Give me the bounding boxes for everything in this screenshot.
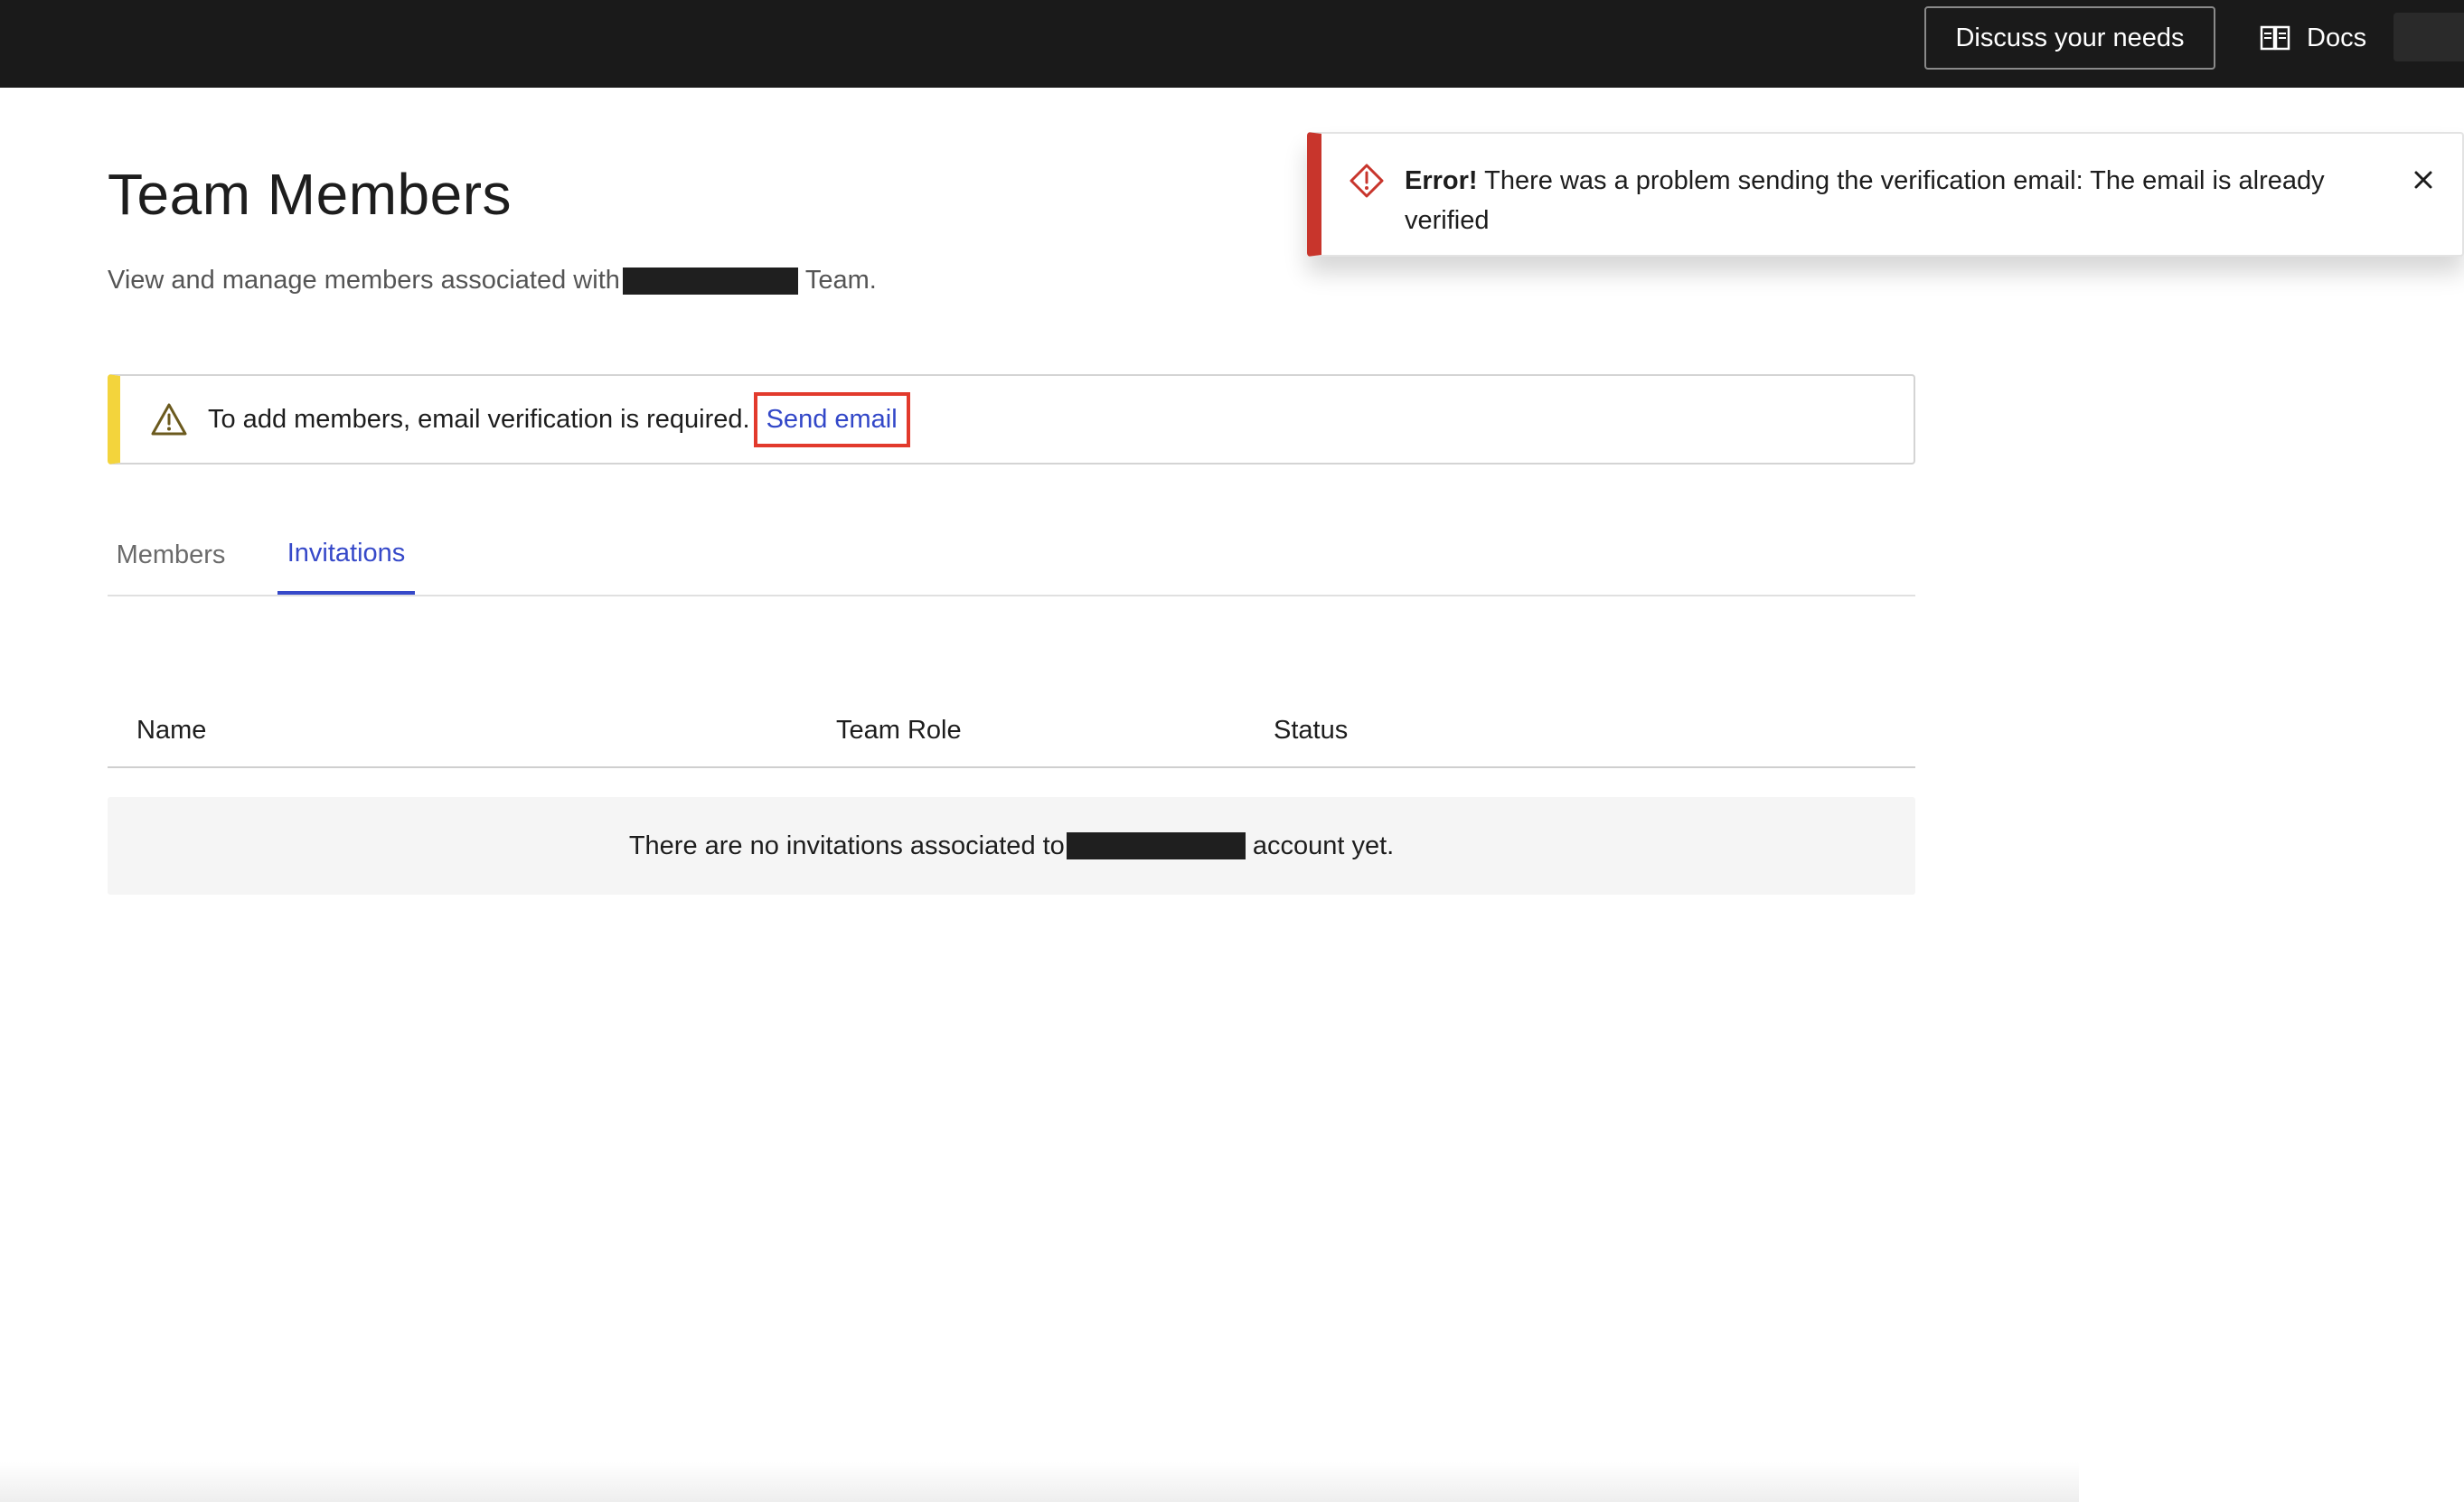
close-icon (2414, 171, 2432, 189)
page-subtitle: View and manage members associated with … (108, 266, 877, 296)
subtitle-suffix: Team. (804, 266, 877, 295)
close-toast-button[interactable] (2408, 164, 2439, 195)
empty-message-prefix: There are no invitations associated to (628, 831, 1065, 860)
redacted-account-name (1066, 832, 1246, 859)
email-verification-banner: To add members, email verification is re… (108, 374, 1915, 465)
discuss-your-needs-button[interactable]: Discuss your needs (1924, 6, 2215, 70)
avatar[interactable] (2393, 13, 2464, 61)
bottom-shadow (0, 1462, 2079, 1502)
error-message: Error! There was a problem sending the v… (1405, 161, 2336, 240)
column-header-name[interactable]: Name (136, 716, 206, 746)
page-title: Team Members (108, 162, 512, 227)
empty-invitations-message: There are no invitations associated to a… (108, 797, 1915, 895)
tab-members[interactable]: Members (108, 515, 234, 595)
tab-invitations[interactable]: Invitations (277, 515, 415, 595)
top-navigation-bar: Discuss your needs Docs (0, 0, 2464, 88)
warning-triangle-icon (151, 403, 187, 436)
error-detail: There was a problem sending the verifica… (1405, 166, 2325, 235)
empty-message-suffix: account yet. (1252, 831, 1395, 860)
verification-message: To add members, email verification is re… (208, 404, 750, 434)
error-title: Error! (1405, 166, 1478, 195)
tab-bar: Members Invitations (108, 515, 1915, 596)
subtitle-prefix: View and manage members associated with (108, 266, 620, 295)
book-icon (2260, 25, 2290, 51)
invitations-table-header: Name Team Role Status (108, 696, 1915, 768)
error-diamond-icon (1350, 164, 1384, 198)
docs-link[interactable]: Docs (2260, 6, 2366, 70)
docs-label: Docs (2307, 23, 2367, 52)
column-header-team-role[interactable]: Team Role (836, 716, 962, 746)
error-toast: Error! There was a problem sending the v… (1307, 132, 2464, 257)
redacted-team-name (622, 267, 798, 295)
column-header-status[interactable]: Status (1274, 716, 1348, 746)
send-email-link[interactable]: Send email (753, 391, 910, 447)
